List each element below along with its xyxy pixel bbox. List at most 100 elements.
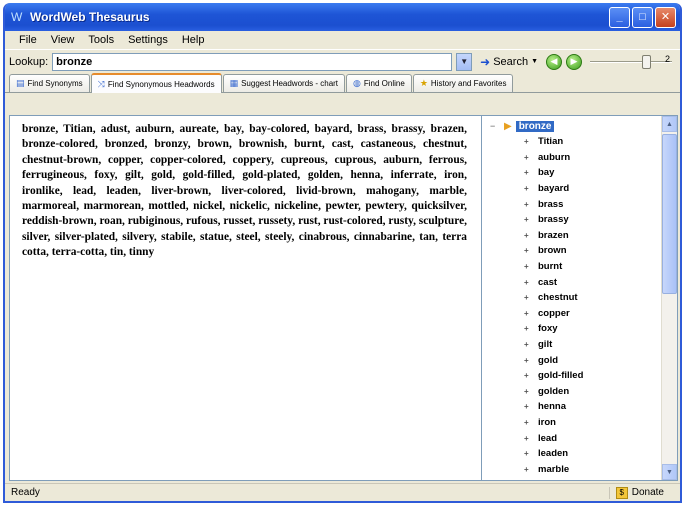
collapse-icon[interactable]: −: [490, 121, 500, 131]
expand-icon[interactable]: +: [524, 418, 532, 427]
folder-arrow-icon: ▶: [504, 120, 512, 132]
tree-item[interactable]: + chestnut: [482, 290, 661, 306]
chart-icon: ▦: [229, 78, 239, 88]
expand-icon[interactable]: +: [524, 309, 532, 318]
vertical-scrollbar[interactable]: ▲ ▼: [661, 116, 677, 480]
expand-icon[interactable]: +: [524, 137, 532, 146]
tree-item[interactable]: + lead: [482, 430, 661, 446]
tree-item[interactable]: + golden: [482, 384, 661, 400]
expand-icon[interactable]: +: [524, 168, 532, 177]
headword-tree[interactable]: − ▶ bronze + Titian + auburn + bay + bayard + bra…: [482, 115, 678, 481]
menu-help[interactable]: Help: [182, 34, 205, 46]
expand-icon[interactable]: +: [524, 278, 532, 287]
tree-item[interactable]: + gold-filled: [482, 368, 661, 384]
donate-button[interactable]: $ Donate: [608, 486, 674, 499]
back-button[interactable]: ◀: [546, 53, 563, 70]
tree-item-label: cast: [538, 276, 558, 288]
zoom-slider[interactable]: 2: [590, 53, 672, 69]
tree-item-label: marble: [538, 463, 570, 475]
slider-value: 2: [664, 53, 670, 64]
expand-icon[interactable]: +: [524, 215, 532, 224]
expand-icon[interactable]: +: [524, 387, 532, 396]
lookup-input[interactable]: [52, 52, 453, 71]
expand-icon[interactable]: +: [524, 402, 532, 411]
tree-item[interactable]: + marble: [482, 461, 661, 477]
expand-icon[interactable]: +: [524, 324, 532, 333]
search-label: Search: [493, 55, 529, 68]
slider-thumb[interactable]: [642, 54, 652, 69]
expand-icon[interactable]: +: [524, 231, 532, 240]
expand-icon[interactable]: +: [524, 200, 532, 209]
tree-item[interactable]: + copper: [482, 306, 661, 322]
tree-item-label: bay: [538, 167, 555, 179]
expand-icon[interactable]: +: [524, 434, 532, 443]
tree-item-label: auburn: [538, 151, 571, 163]
tree-item-label: brassy: [538, 214, 569, 226]
tree-item[interactable]: + cast: [482, 274, 661, 290]
tree-item-label: brass: [538, 198, 564, 210]
tree-item-label: copper: [538, 307, 570, 319]
forward-button[interactable]: ▶: [566, 53, 583, 70]
expand-icon[interactable]: +: [524, 262, 532, 271]
book-icon: ▤: [16, 78, 25, 88]
tab-history-favorites[interactable]: ★ History and Favorites: [412, 74, 514, 92]
tree-item[interactable]: + henna: [482, 399, 661, 415]
tree-item[interactable]: + auburn: [482, 150, 661, 166]
tab-label: Find Synonyms: [27, 79, 83, 88]
tab-suggest-headwords[interactable]: ▦ Suggest Headwords - chart: [222, 74, 346, 92]
tab-find-synonyms[interactable]: ▤ Find Synonyms: [9, 74, 90, 92]
tree-item-label: leaden: [538, 448, 569, 460]
tree-item[interactable]: + bay: [482, 165, 661, 181]
expand-icon[interactable]: +: [524, 246, 532, 255]
lookup-dropdown-button[interactable]: ▼: [456, 52, 473, 71]
tab-find-synonymous-headwords[interactable]: ⤨ Find Synonymous Headwords: [90, 73, 222, 93]
content-area: bronze, Titian, adust, auburn, aureate, …: [9, 115, 678, 481]
window-title: WordWeb Thesaurus: [30, 10, 150, 24]
expand-icon[interactable]: +: [524, 356, 532, 365]
tab-label: Find Synonymous Headwords: [107, 79, 215, 89]
expand-icon[interactable]: +: [524, 184, 532, 193]
lookup-label: Lookup:: [9, 55, 49, 68]
tree-item[interactable]: + gilt: [482, 337, 661, 353]
tree-item[interactable]: + Titian: [482, 134, 661, 150]
minimize-button[interactable]: _: [609, 6, 630, 28]
menu-bar: File View Tools Settings Help: [5, 31, 680, 49]
synonyms-text[interactable]: bronze, Titian, adust, auburn, aureate, …: [9, 115, 482, 481]
tree-item-label: iron: [538, 416, 556, 428]
scroll-down-icon[interactable]: ▼: [662, 464, 677, 480]
title-bar[interactable]: W WordWeb Thesaurus _ □ ✕: [5, 3, 680, 31]
tree-item[interactable]: + iron: [482, 415, 661, 431]
tree-item[interactable]: + brown: [482, 243, 661, 259]
tree-root[interactable]: − ▶ bronze: [482, 118, 661, 134]
menu-file[interactable]: File: [19, 34, 37, 46]
tree-item[interactable]: + bayard: [482, 181, 661, 197]
maximize-button[interactable]: □: [632, 6, 653, 28]
expand-icon[interactable]: +: [524, 293, 532, 302]
tree-item[interactable]: + gold: [482, 352, 661, 368]
expand-icon[interactable]: +: [524, 371, 532, 380]
search-button[interactable]: ➜ Search ▼: [476, 55, 542, 69]
menu-view[interactable]: View: [51, 34, 75, 46]
tab-find-online[interactable]: ◍ Find Online: [346, 74, 412, 92]
tab-label: Suggest Headwords - chart: [241, 79, 339, 88]
expand-icon[interactable]: +: [524, 465, 532, 474]
menu-settings[interactable]: Settings: [128, 34, 168, 46]
expand-icon[interactable]: +: [524, 340, 532, 349]
scroll-up-icon[interactable]: ▲: [662, 116, 677, 132]
search-arrow-icon: ➜: [480, 54, 491, 69]
expand-icon[interactable]: +: [524, 153, 532, 162]
tree-item[interactable]: + burnt: [482, 259, 661, 275]
close-button[interactable]: ✕: [655, 6, 676, 28]
tree-item-label: henna: [538, 401, 566, 413]
tree-item[interactable]: + brassy: [482, 212, 661, 228]
expand-icon[interactable]: +: [524, 449, 532, 458]
tree-item[interactable]: + brazen: [482, 228, 661, 244]
menu-tools[interactable]: Tools: [88, 34, 114, 46]
tree-item-label: golden: [538, 385, 570, 397]
scroll-thumb[interactable]: [662, 134, 677, 294]
tree-item[interactable]: + foxy: [482, 321, 661, 337]
tree-item[interactable]: + brass: [482, 196, 661, 212]
status-text: Ready: [11, 487, 40, 498]
status-bar: Ready $ Donate: [5, 483, 680, 501]
tree-item[interactable]: + leaden: [482, 446, 661, 462]
